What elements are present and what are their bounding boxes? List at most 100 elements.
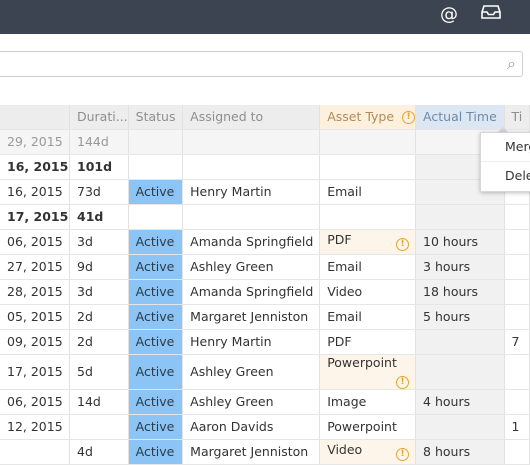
cell-status[interactable]: Active (128, 179, 184, 205)
cell-duration[interactable] (69, 414, 129, 440)
cell-duration[interactable]: 9d (69, 254, 129, 280)
cell-status[interactable]: Active (128, 254, 184, 280)
cell-assigned-to[interactable] (182, 154, 321, 180)
cell-assigned-to[interactable]: Henry Martin (182, 329, 321, 355)
menu-item-merge[interactable]: Merg (481, 133, 530, 162)
table-row[interactable]: 17, 2015 5d Active Ashley Green Powerpoint! (0, 354, 530, 390)
cell-ti[interactable] (504, 254, 530, 280)
cell-duration[interactable]: 4d (69, 439, 129, 465)
cell-duration[interactable]: 101d (69, 154, 129, 180)
cell-date[interactable]: 06, 2015 (0, 389, 70, 415)
table-row[interactable]: 09, 2015 2d Active Henry Martin PDF 7 (0, 329, 530, 355)
cell-date[interactable] (0, 439, 70, 465)
cell-ti[interactable] (504, 279, 530, 305)
cell-actual-time[interactable] (415, 329, 505, 355)
cell-assigned-to[interactable]: Henry Martin (182, 179, 321, 205)
cell-ti[interactable] (504, 354, 530, 390)
cell-assigned-to[interactable]: Aaron Davids (182, 414, 321, 440)
cell-asset-type[interactable]: Powerpoint! (319, 354, 417, 390)
cell-status[interactable]: Active (128, 439, 184, 465)
cell-date[interactable]: 06, 2015 (0, 229, 70, 255)
cell-date[interactable]: 17, 2015 (0, 354, 70, 390)
cell-date[interactable]: 05, 2015 (0, 304, 70, 330)
cell-status[interactable] (128, 154, 184, 180)
column-header-status[interactable]: Status (128, 105, 184, 130)
cell-actual-time[interactable] (415, 414, 505, 440)
cell-assigned-to[interactable]: Ashley Green (182, 389, 321, 415)
cell-duration[interactable]: 3d (69, 279, 129, 305)
cell-duration[interactable]: 2d (69, 304, 129, 330)
cell-asset-type[interactable]: Email (319, 179, 417, 205)
cell-status[interactable]: Active (128, 329, 184, 355)
cell-duration[interactable]: 73d (69, 179, 129, 205)
cell-actual-time[interactable]: 10 hours (415, 229, 505, 255)
column-header-date[interactable] (0, 105, 70, 130)
cell-actual-time[interactable] (415, 354, 505, 390)
table-row[interactable]: 28, 2015 3d Active Amanda Springfield Video 1… (0, 279, 530, 305)
cell-assigned-to[interactable]: Margaret Jenniston (182, 304, 321, 330)
cell-date[interactable]: 12, 2015 (0, 414, 70, 440)
cell-asset-type[interactable]: PDF (319, 329, 417, 355)
cell-status[interactable] (128, 204, 184, 230)
cell-ti[interactable] (504, 304, 530, 330)
cell-status[interactable] (128, 129, 184, 155)
cell-assigned-to[interactable]: Margaret Jenniston (182, 439, 321, 465)
cell-actual-time[interactable]: 4 hours (415, 389, 505, 415)
menu-item-delete[interactable]: Dele (481, 162, 530, 190)
cell-actual-time[interactable] (415, 204, 505, 230)
cell-asset-type[interactable]: Powerpoint (319, 414, 417, 440)
table-row[interactable]: 17, 2015 41d (0, 204, 530, 230)
cell-asset-type[interactable]: Video! (319, 439, 417, 465)
cell-asset-type[interactable]: Image (319, 389, 417, 415)
cell-assigned-to[interactable]: Amanda Springfield (182, 229, 321, 255)
cell-ti[interactable] (504, 204, 530, 230)
table-row[interactable]: 12, 2015 Active Aaron Davids Powerpoint 1 (0, 414, 530, 440)
cell-ti[interactable]: 1 (504, 414, 530, 440)
column-header-ti[interactable]: Ti (504, 105, 530, 130)
inbox-icon[interactable] (481, 4, 501, 26)
cell-status[interactable]: Active (128, 229, 184, 255)
cell-duration[interactable]: 3d (69, 229, 129, 255)
cell-asset-type[interactable] (319, 154, 417, 180)
cell-date[interactable]: 27, 2015 (0, 254, 70, 280)
cell-duration[interactable]: 5d (69, 354, 129, 390)
cell-duration[interactable]: 2d (69, 329, 129, 355)
table-row[interactable]: 27, 2015 9d Active Ashley Green Email 3 hours (0, 254, 530, 280)
cell-assigned-to[interactable]: Amanda Springfield (182, 279, 321, 305)
cell-asset-type[interactable]: Email (319, 304, 417, 330)
table-row[interactable]: 16, 2015 73d Active Henry Martin Email (0, 179, 530, 205)
cell-date[interactable]: 16, 2015 (0, 179, 70, 205)
cell-status[interactable]: Active (128, 389, 184, 415)
cell-status[interactable]: Active (128, 279, 184, 305)
cell-status[interactable]: Active (128, 304, 184, 330)
table-row[interactable]: 05, 2015 2d Active Margaret Jenniston Email 5… (0, 304, 530, 330)
cell-date[interactable]: 17, 2015 (0, 204, 70, 230)
cell-assigned-to[interactable] (182, 129, 321, 155)
table-row[interactable]: 4d Active Margaret Jenniston Video! 8 hours (0, 439, 530, 465)
cell-status[interactable]: Active (128, 354, 184, 390)
cell-duration[interactable]: 144d (69, 129, 129, 155)
cell-date[interactable]: 16, 2015 (0, 154, 70, 180)
column-header-asset-type[interactable]: Asset Type! (319, 105, 417, 130)
cell-actual-time[interactable]: 5 hours (415, 304, 505, 330)
cell-ti[interactable] (504, 439, 530, 465)
cell-ti[interactable]: 7 (504, 329, 530, 355)
cell-asset-type[interactable]: Video (319, 279, 417, 305)
cell-duration[interactable]: 41d (69, 204, 129, 230)
cell-asset-type[interactable] (319, 204, 417, 230)
table-row[interactable]: 06, 2015 3d Active Amanda Springfield PDF! 10… (0, 229, 530, 255)
cell-ti[interactable] (504, 229, 530, 255)
cell-asset-type[interactable]: PDF! (319, 229, 417, 255)
cell-actual-time[interactable]: 3 hours (415, 254, 505, 280)
cell-date[interactable]: 09, 2015 (0, 329, 70, 355)
cell-date[interactable]: 28, 2015 (0, 279, 70, 305)
cell-actual-time[interactable]: 18 hours (415, 279, 505, 305)
cell-asset-type[interactable] (319, 129, 417, 155)
table-row[interactable]: 16, 2015 101d (0, 154, 530, 180)
cell-status[interactable]: Active (128, 414, 184, 440)
cell-ti[interactable] (504, 389, 530, 415)
at-icon[interactable]: @ (440, 4, 458, 26)
table-row[interactable]: 06, 2015 14d Active Ashley Green Image 4 hour… (0, 389, 530, 415)
cell-assigned-to[interactable]: Ashley Green (182, 254, 321, 280)
cell-assigned-to[interactable] (182, 204, 321, 230)
